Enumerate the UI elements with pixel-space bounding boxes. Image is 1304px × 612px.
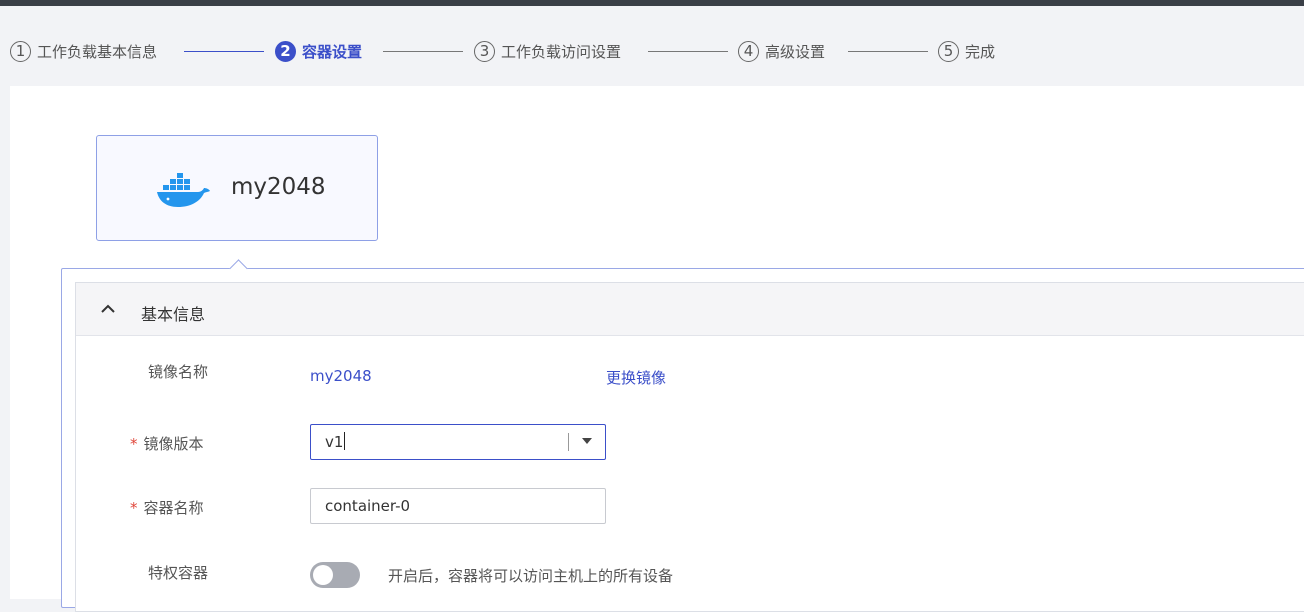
select-divider <box>568 433 569 451</box>
step-connector-3 <box>648 51 728 52</box>
container-card[interactable]: my2048 <box>96 135 378 241</box>
step-5-number: 5 <box>938 40 959 62</box>
step-4-label: 高级设置 <box>765 42 826 61</box>
required-mark: * <box>130 499 138 517</box>
step-1[interactable]: 1 工作负载基本信息 <box>10 39 157 63</box>
step-4[interactable]: 4 高级设置 <box>738 39 825 63</box>
image-name-label: 镜像名称 <box>148 363 209 381</box>
step-2-label: 容器设置 <box>302 42 363 61</box>
container-name-label-text: 容器名称 <box>143 499 204 517</box>
image-version-label-text: 镜像版本 <box>143 435 204 453</box>
required-mark: * <box>130 435 138 453</box>
privileged-toggle[interactable] <box>310 562 360 588</box>
step-1-label: 工作负载基本信息 <box>37 42 158 61</box>
privileged-label: 特权容器 <box>148 564 209 582</box>
image-version-label: * 镜像版本 <box>130 433 204 454</box>
step-5[interactable]: 5 完成 <box>938 39 995 63</box>
step-connector-2 <box>383 51 463 52</box>
step-connector-4 <box>848 51 928 52</box>
privileged-description: 开启后，容器将可以访问主机上的所有设备 <box>388 567 674 585</box>
container-name-label: * 容器名称 <box>130 497 204 518</box>
step-3-label: 工作负载访问设置 <box>501 42 622 61</box>
dropdown-arrow-icon[interactable] <box>582 438 592 444</box>
change-image-link[interactable]: 更换镜像 <box>606 367 666 388</box>
container-card-name: my2048 <box>231 174 326 200</box>
step-connector-1 <box>184 51 264 52</box>
container-name-input[interactable]: container-0 <box>310 488 606 524</box>
image-version-value: v1 <box>325 433 344 451</box>
text-cursor <box>344 432 346 450</box>
step-2-number: 2 <box>275 40 296 62</box>
section-title: 基本信息 <box>141 305 206 324</box>
docker-whale-icon <box>157 173 210 207</box>
step-3[interactable]: 3 工作负载访问设置 <box>474 39 621 63</box>
chevron-up-icon[interactable] <box>98 301 118 317</box>
basic-info-section: 基本信息 <box>75 282 1304 612</box>
step-3-number: 3 <box>474 40 495 62</box>
wizard-steps <box>0 6 1304 86</box>
step-1-number: 1 <box>10 40 31 62</box>
image-version-select[interactable]: v1 <box>310 424 606 460</box>
toggle-knob <box>313 565 333 585</box>
image-name-value: my2048 <box>310 367 372 385</box>
container-name-value: container-0 <box>325 497 411 515</box>
step-2[interactable]: 2 容器设置 <box>275 39 362 63</box>
section-header[interactable]: 基本信息 <box>76 283 1304 336</box>
step-5-label: 完成 <box>965 42 996 61</box>
step-4-number: 4 <box>738 40 759 62</box>
